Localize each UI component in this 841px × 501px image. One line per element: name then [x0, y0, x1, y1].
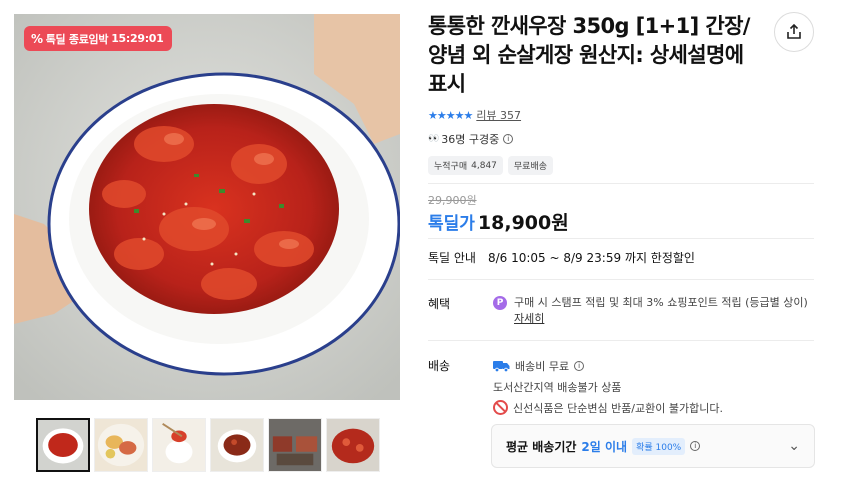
- star-rating-icon: ★★★★★: [428, 108, 473, 122]
- thumbnail-market-display[interactable]: [268, 418, 322, 472]
- delivery-label: 평균 배송기간: [506, 439, 577, 454]
- thumbnail-chopsticks-bite[interactable]: [152, 418, 206, 472]
- timer-label: 톡딜 종료임박: [45, 32, 109, 46]
- delivery-probability-badge: 확률 100%: [632, 437, 686, 455]
- return-warning-line: 신선식품은 단순변심 반품/교환이 불가합니다.: [493, 399, 813, 416]
- chevron-down-icon[interactable]: ⌄: [788, 438, 800, 454]
- prohibited-icon: [493, 400, 508, 415]
- divider: [428, 340, 814, 341]
- thumbnail-strip: [36, 418, 380, 472]
- divider: [428, 279, 814, 280]
- deal-period: 8/6 10:05 ~ 8/9 23:59 까지 한정할인: [487, 251, 695, 265]
- thumbnail-seasoned-crab-closeup[interactable]: [326, 418, 380, 472]
- tag-label: 무료배송: [513, 162, 548, 172]
- rating-row: ★★★★★ 리뷰 357: [428, 107, 521, 123]
- divider: [428, 183, 814, 184]
- region-note-line: 도서산간지역 배송불가 상품: [493, 378, 813, 395]
- deal-label: 톡딜 안내: [428, 251, 476, 265]
- average-delivery-dropdown[interactable]: 평균 배송기간 2일 이내 확률 100% i ⌄: [491, 424, 815, 468]
- divider: [428, 238, 814, 239]
- share-button[interactable]: [774, 12, 814, 52]
- main-product-image[interactable]: % 톡딜 종료임박 15:29:01: [14, 14, 400, 400]
- point-icon: P: [493, 296, 507, 310]
- benefit-label: 혜택: [428, 297, 451, 311]
- shipping-label: 배송: [428, 359, 451, 373]
- benefit-detail-link[interactable]: 자세히: [514, 312, 544, 325]
- shipping-fee-line: 배송비 무료 i: [493, 357, 813, 374]
- benefit-text: 구매 시 스탬프 적립 및 최대 3% 쇼핑포인트 적립 (등급별 상이): [514, 296, 808, 309]
- shipping-info: 배송비 무료 i 도서산간지역 배송불가 상품 신선식품은 단순변심 반품/교환…: [493, 357, 813, 416]
- thumbnail-crab-dish[interactable]: [210, 418, 264, 472]
- tag-cumulative-purchases: 누적구매 4,847: [428, 156, 503, 175]
- info-icon[interactable]: i: [690, 441, 701, 451]
- return-warning: 신선식품은 단순변심 반품/교환이 불가합니다.: [513, 401, 723, 415]
- sale-price-row: 톡딜가 18,900원: [428, 208, 569, 235]
- delivery-value: 2일 이내: [581, 439, 628, 454]
- deal-timer-badge: % 톡딜 종료임박 15:29:01: [24, 26, 172, 51]
- viewer-count: 👀 36명 구경중 i: [428, 131, 514, 147]
- percent-icon: %: [31, 31, 43, 46]
- thumbnail-soy-shrimp-plate[interactable]: [94, 418, 148, 472]
- eyes-icon: 👀: [428, 134, 439, 144]
- shipping-fee: 배송비 무료: [515, 359, 570, 373]
- share-icon: [787, 23, 801, 39]
- sale-label: 톡딜가: [428, 214, 475, 234]
- product-title: 통통한 깐새우장 350g [1+1] 간장/양념 외 순살게장 원산지: 상세…: [428, 14, 750, 96]
- info-icon[interactable]: i: [574, 360, 585, 371]
- truck-icon: [493, 360, 510, 372]
- tag-value: 4,847: [471, 160, 497, 171]
- seasoned-shrimp-photo: [14, 14, 400, 400]
- thumbnail-seasoned-shrimp[interactable]: [36, 418, 90, 472]
- viewer-count-text: 36명 구경중: [441, 133, 500, 146]
- original-price: 29,900원: [428, 194, 477, 207]
- region-note: 도서산간지역 배송불가 상품: [493, 380, 622, 394]
- sale-price: 18,900원: [477, 212, 569, 234]
- deal-info-row: 톡딜 안내 8/6 10:05 ~ 8/9 23:59 까지 한정할인: [428, 249, 695, 266]
- benefit-info: P 구매 시 스탬프 적립 및 최대 3% 쇼핑포인트 적립 (등급별 상이) …: [493, 295, 813, 327]
- timer-time: 15:29:01: [111, 32, 164, 45]
- tag-label: 누적구매: [434, 162, 468, 172]
- product-tags: 누적구매 4,847 무료배송: [428, 156, 554, 175]
- info-icon[interactable]: i: [503, 134, 514, 144]
- tag-free-shipping: 무료배송: [507, 156, 554, 175]
- review-count-link[interactable]: 리뷰 357: [476, 107, 521, 123]
